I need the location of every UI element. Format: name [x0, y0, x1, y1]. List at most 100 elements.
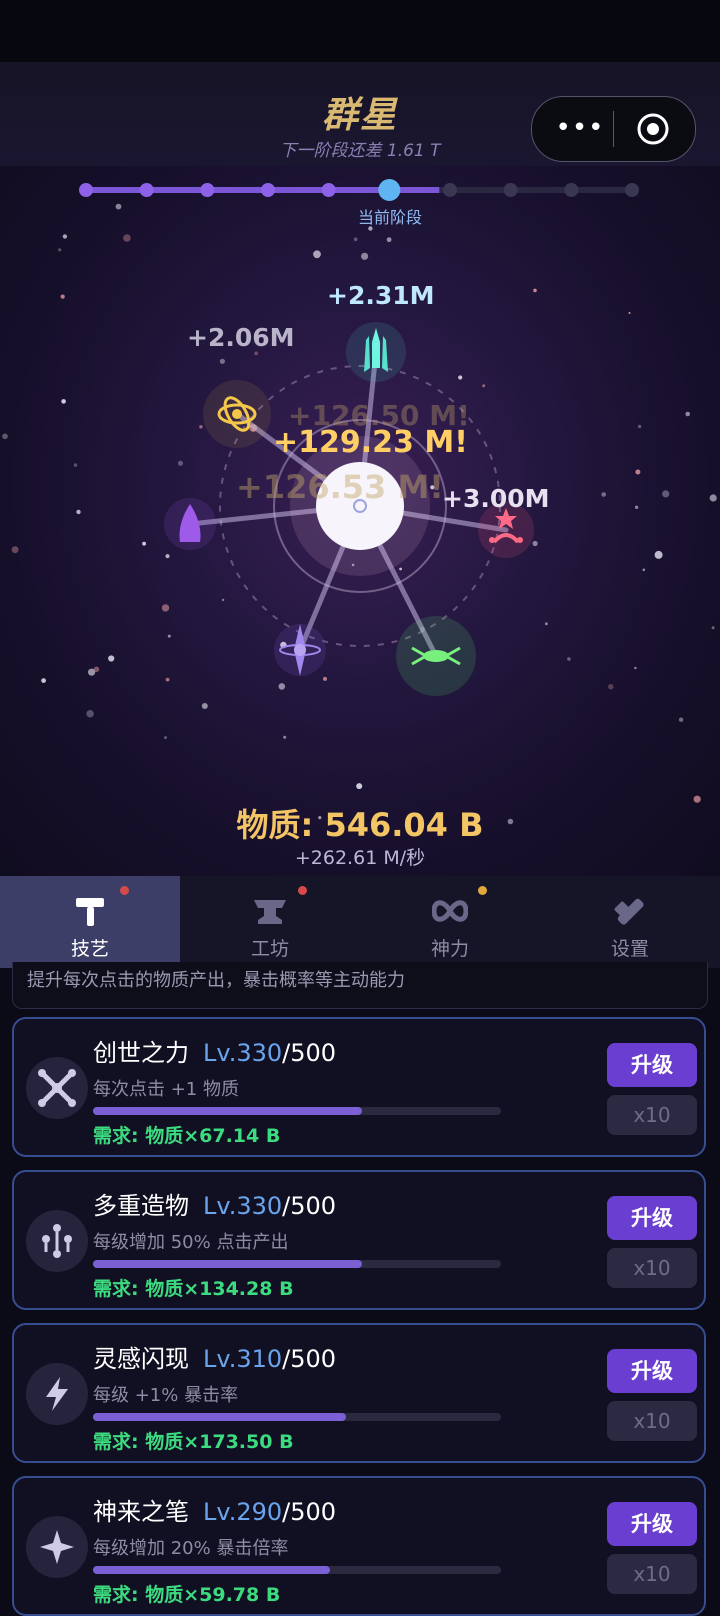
star: [601, 492, 606, 497]
upgrade-button[interactable]: 升级: [607, 1043, 697, 1087]
upgrade-button[interactable]: 升级: [607, 1196, 697, 1240]
tab-bar: 技艺 工坊 神力 设置: [0, 876, 720, 968]
skill-level: Lv.290: [203, 1498, 283, 1526]
skill-name: 神来之笔: [93, 1498, 189, 1526]
skill-title: 多重造物 Lv.330/500: [93, 1186, 336, 1221]
star: [73, 463, 78, 467]
current-stage-label: 当前阶段: [357, 208, 422, 227]
stage-dot: [503, 183, 518, 197]
star: [628, 312, 631, 314]
skill-level: Lv.330: [203, 1192, 283, 1220]
diamond-star-icon: [274, 624, 326, 676]
stage-dot: [139, 183, 154, 197]
skill-effect: 每级增加 50% 点击产出: [93, 1232, 289, 1253]
star: [62, 234, 68, 239]
tab-divine[interactable]: 神力: [360, 876, 540, 968]
notification-dot: [478, 886, 487, 895]
crit-popup: +129.23 M!: [273, 425, 468, 460]
skill-card: 创世之力 Lv.330/500 每次点击 +1 物质 需求: 物质×67.14 B 升级…: [12, 1017, 706, 1157]
upgrade-button[interactable]: 升级: [607, 1502, 697, 1546]
star: [165, 677, 170, 682]
anvil-icon: [254, 900, 286, 924]
tab-skills[interactable]: 技艺: [0, 876, 180, 968]
notification-dot: [120, 886, 129, 895]
skill-effect: 每级 +1% 暴击率: [93, 1385, 239, 1406]
description-text: 提升每次点击的物质产出，暴击概率等主动能力: [27, 970, 405, 991]
upgrade-x10-button[interactable]: x10: [607, 1095, 697, 1135]
star: [108, 655, 115, 662]
skill-card: 多重造物 Lv.330/500 每级增加 50% 点击产出 需求: 物质×134.28…: [12, 1170, 706, 1310]
skill-title: 神来之笔 Lv.290/500: [93, 1492, 336, 1527]
tab-label: 技艺: [70, 938, 109, 960]
star: [386, 237, 392, 243]
star: [361, 252, 369, 260]
upgrade-button[interactable]: 升级: [607, 1349, 697, 1393]
star: [685, 411, 690, 417]
level-progress-bar: [93, 1566, 501, 1574]
crit-popup-ghost: +126.53 M!: [236, 468, 444, 506]
star: [709, 494, 717, 502]
star: [142, 541, 147, 546]
tab-workshop[interactable]: 工坊: [180, 876, 360, 968]
infinity-icon: [432, 900, 468, 922]
star: [642, 568, 646, 572]
star: [123, 234, 131, 242]
star: [219, 358, 225, 364]
wrench-icon: [614, 898, 644, 925]
skill-effect: 每次点击 +1 物质: [93, 1079, 239, 1100]
star: [2, 433, 8, 440]
star: [533, 288, 537, 293]
tab-description: 提升每次点击的物质产出，暴击概率等主动能力: [12, 962, 708, 1009]
star: [199, 425, 203, 429]
tab-label: 神力: [430, 938, 469, 960]
stage-dot-current: [378, 179, 401, 201]
star: [60, 294, 65, 299]
skill-level: Lv.330: [203, 1039, 283, 1067]
gain-popup: +3.00M: [442, 484, 550, 513]
stage-dot: [321, 183, 336, 197]
stage-dot: [625, 183, 639, 197]
close-target-icon[interactable]: [636, 112, 670, 146]
skill-max-level: /500: [282, 1345, 337, 1373]
star: [86, 710, 94, 718]
star: [399, 567, 402, 571]
skill-max-level: /500: [282, 1192, 337, 1220]
star: [654, 550, 663, 559]
star: [634, 505, 639, 509]
star: [164, 736, 167, 740]
stage-dot: [200, 183, 215, 197]
notification-dot: [298, 886, 307, 895]
star: [637, 424, 642, 429]
skill-max-level: /500: [282, 1039, 337, 1067]
star: [11, 546, 19, 554]
mini-program-capsule: •••: [531, 96, 696, 162]
tab-settings[interactable]: 设置: [540, 876, 720, 968]
upgrade-x10-button[interactable]: x10: [607, 1248, 697, 1288]
skill-card: 神来之笔 Lv.290/500 每级增加 20% 暴击倍率 需求: 物质×59.78 …: [12, 1476, 706, 1616]
cross-burst-icon: [26, 1057, 88, 1119]
star: [41, 678, 46, 683]
star: [608, 684, 614, 690]
gain-popup: +2.06M: [187, 323, 295, 352]
star: [711, 626, 715, 630]
star: [201, 703, 208, 709]
skill-requirement: 需求: 物质×67.14 B: [93, 1125, 281, 1147]
multi-node-icon: [26, 1210, 88, 1272]
star: [678, 717, 684, 722]
star: [662, 490, 670, 498]
upgrade-x10-button[interactable]: x10: [607, 1401, 697, 1441]
upgrade-x10-button[interactable]: x10: [607, 1554, 697, 1594]
star: [545, 622, 548, 626]
skill-requirement: 需求: 物质×59.78 B: [93, 1584, 281, 1606]
star-field[interactable]: [0, 166, 720, 876]
tab-label: 工坊: [250, 938, 289, 960]
more-button[interactable]: •••: [550, 107, 610, 149]
star: [167, 634, 171, 638]
skill-effect: 每级增加 20% 暴击倍率: [93, 1538, 289, 1559]
bug-ship-icon: [396, 616, 476, 696]
capsule-divider: [613, 111, 614, 147]
stage-dot: [443, 183, 457, 197]
star: [353, 237, 358, 242]
star: [61, 399, 66, 404]
lightning-icon: [26, 1363, 88, 1425]
